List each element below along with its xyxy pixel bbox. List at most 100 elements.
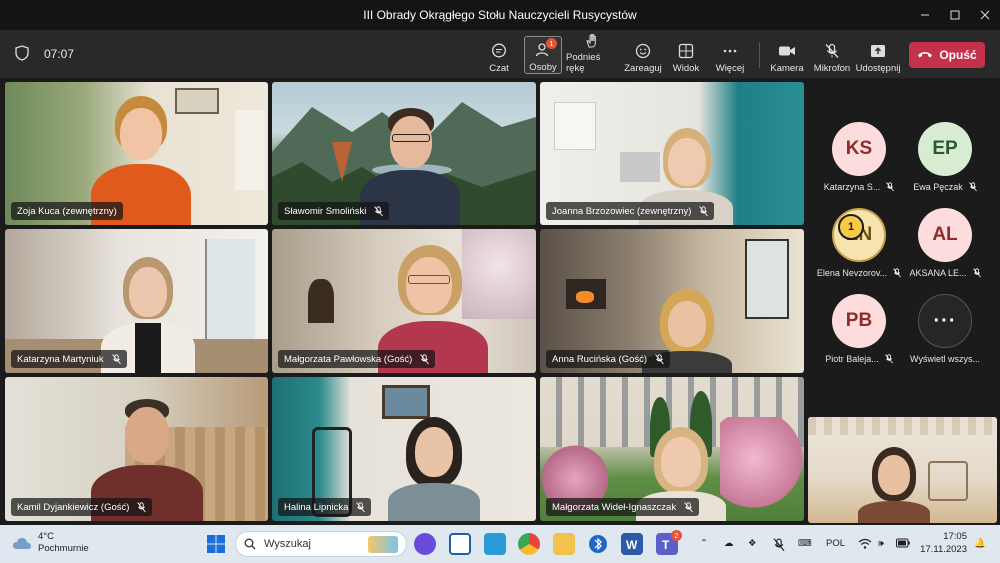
roster-name-row: Wyświetl wszys... [902,354,988,364]
mic-off-icon [823,42,841,60]
view-label: Widok [672,63,700,74]
camera-icon [778,42,796,60]
more-button[interactable]: Więcej [714,36,746,74]
video-tile[interactable]: Zoja Kuca (zewnętrzny) [5,82,268,225]
leave-label: Opuść [939,48,977,62]
taskbar-app-icon[interactable] [449,533,471,555]
roster-participant[interactable]: EP Ewa Pęczak [902,122,988,192]
taskbar-app-icon[interactable] [484,533,506,555]
roster-participant[interactable]: PB Piotr Baleja... [816,294,902,364]
participant-name: Katarzyna Martyniuk [17,353,104,365]
react-icon [634,42,652,60]
search-icon [244,538,256,550]
react-button[interactable]: Zareaguj [624,36,662,74]
start-button[interactable] [205,533,227,555]
participant-name: Zoja Kuca (zewnętrzny) [17,205,117,217]
people-button[interactable]: 1 Osoby [524,36,562,74]
video-tile[interactable]: Małgorzata Wideł-Ignaszczak [540,377,804,521]
participant-name-tag: Zoja Kuca (zewnętrzny) [11,202,123,220]
bluetooth-icon[interactable] [587,533,609,555]
teams-icon[interactable]: T 2 [656,530,682,555]
participant-name-tag: Sławomir Smoliński [278,202,390,220]
participant-video [384,417,484,521]
chair [928,461,968,501]
keyboard-icon[interactable]: ⌨ [798,538,812,549]
volume-icon[interactable]: 🕪 [878,538,884,549]
cloud-sync-icon[interactable]: ☁ [724,538,734,549]
dropbox-icon[interactable]: ❖ [748,538,757,549]
raise-hand-button[interactable]: Podnieś rękę [566,34,618,74]
participant-name: Sławomir Smoliński [284,205,367,217]
share-button[interactable]: Udostępnij [856,36,900,74]
system-clock[interactable]: 17:05 17.11.2023 [917,530,967,556]
view-button[interactable]: Widok [670,36,702,74]
people-label: Osoby [529,62,557,73]
roster-name-row: AKSANA LE... [902,268,988,278]
chrome-icon[interactable] [518,533,540,555]
language-indicator[interactable]: POL [826,538,845,549]
chevron-up-icon[interactable]: ⌃ [700,538,708,549]
video-tile[interactable]: Halina Lipnicka [272,377,536,521]
wifi-icon[interactable] [858,538,872,553]
mic-off-icon [886,182,895,192]
magnolia-flowers [720,417,804,521]
weather-temp: 4°C [38,531,54,542]
lamp [308,279,334,323]
video-tile[interactable]: Kamil Dyjankiewicz (Gość) [5,377,268,521]
participant-name-tag: Kamil Dyjankiewicz (Gość) [11,498,153,516]
mic-off-icon [111,353,121,364]
weather-desc: Pochmurnie [38,543,89,554]
participant-name: Kamil Dyjankiewicz (Gość) [17,501,130,513]
leave-button[interactable]: Opuść [909,42,985,68]
participant-name-tag: Małgorzata Wideł-Ignaszczak [546,498,700,516]
taskbar-chat-app[interactable] [414,533,436,555]
video-tile[interactable]: Katarzyna Martyniuk [5,229,268,373]
close-icon[interactable] [970,0,1000,30]
search-highlight-image [368,536,398,553]
notifications-icon[interactable]: 🔔 [974,538,986,549]
video-tile[interactable]: Anna Rucińska (Gość) [540,229,804,373]
participant-name-tag: Małgorzata Pawłowska (Gość) [278,350,436,368]
ceiling-beams [808,417,997,435]
roster-participant[interactable]: AL AKSANA LE... [902,208,988,278]
view-all-participants[interactable]: ··· Wyświetl wszys... [902,294,988,364]
maximize-icon[interactable] [940,0,970,30]
participant-name: Małgorzata Pawłowska (Gość) [284,353,413,365]
participant-name: Małgorzata Wideł-Ignaszczak [552,501,677,513]
microphone-button[interactable]: Mikrofon [812,36,852,74]
self-view-tile[interactable] [808,417,997,523]
chat-icon [490,42,508,60]
roster-name-row: Elena Nevzorov... [816,268,902,278]
participant-video [854,447,934,523]
chat-button[interactable]: Czat [482,36,516,74]
roster-name: Elena Nevzorov... [816,268,888,278]
roster-participant[interactable]: EN 1 Elena Nevzorov... [816,208,902,278]
file-explorer-icon[interactable] [553,533,575,555]
more-icon [721,42,739,60]
video-tile[interactable]: Małgorzata Pawłowska (Gość) [272,229,536,373]
share-icon [869,42,887,60]
camera-button[interactable]: Kamera [770,36,804,74]
roster-name: Ewa Pęczak [913,182,963,192]
mic-off-icon [655,353,664,364]
taskbar-search[interactable]: Wyszukaj [235,531,407,557]
word-icon[interactable]: W [621,533,643,555]
weather-widget[interactable]: 4°C Pochmurnie [12,531,89,555]
roster-name: AKSANA LE... [909,268,967,278]
wall-picture [554,102,596,150]
video-tile[interactable]: Sławomir Smoliński [272,82,536,225]
minimize-icon[interactable] [910,0,940,30]
participant-name-tag: Anna Rucińska (Gość) [546,350,671,368]
svg-text:W: W [626,538,638,552]
mic-off-icon[interactable] [772,538,786,555]
clock-time: 17:05 [943,531,967,542]
svg-text:T: T [662,538,670,552]
roster-participant[interactable]: KS Katarzyna S... [816,122,902,192]
mic-off-icon [972,268,981,278]
window-controls [910,0,1000,30]
battery-icon[interactable] [896,538,910,551]
video-tile[interactable]: Joanna Brzozowiec (zewnętrzny) [540,82,804,225]
mic-off-icon [884,354,893,364]
phone-hangup-icon [918,52,933,58]
cloud-icon [13,538,31,549]
